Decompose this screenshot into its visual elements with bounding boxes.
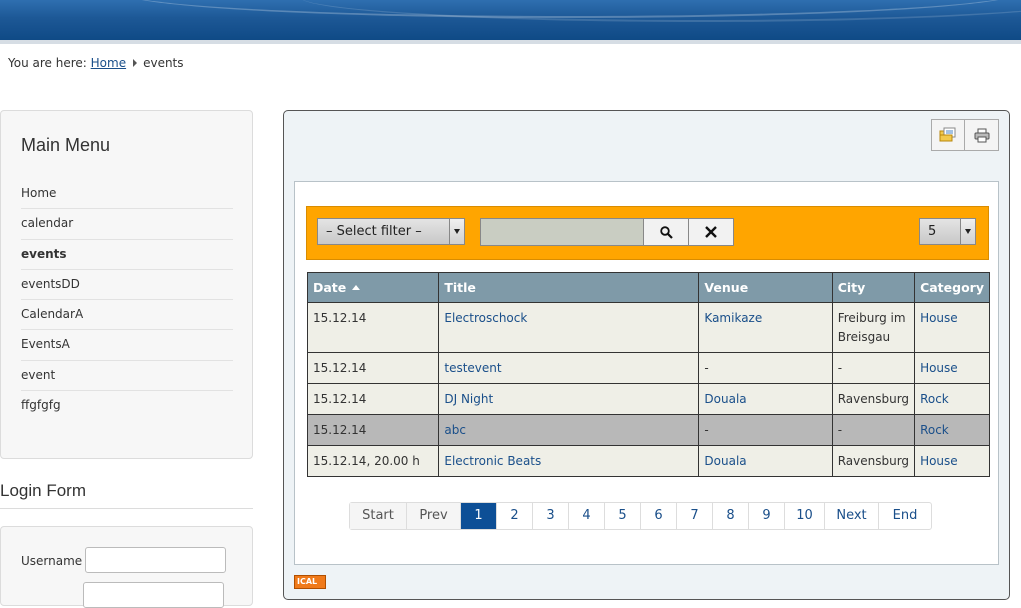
clear-filter-button[interactable] <box>688 218 734 246</box>
menu-item-calendara[interactable]: CalendarA <box>21 300 233 331</box>
site-banner <box>0 0 1021 40</box>
pagination-page-4[interactable]: 4 <box>569 503 605 529</box>
event-venue-link[interactable]: Douala <box>704 454 746 468</box>
table-row: 15.12.14 testevent - - House <box>306 352 990 384</box>
banner-wave-decoration <box>300 0 1021 22</box>
search-button[interactable] <box>643 218 689 246</box>
column-header-category[interactable]: Category <box>914 272 990 303</box>
login-form-module: Username <box>0 526 253 608</box>
menu-item-eventsa[interactable]: EventsA <box>21 330 233 361</box>
table-row: 15.12.14 Electroschock Kamikaze Freiburg… <box>306 302 990 353</box>
pagination-page-8[interactable]: 8 <box>713 503 749 529</box>
event-date: 15.12.14 <box>306 352 440 384</box>
pagination-page-10[interactable]: 10 <box>785 503 825 529</box>
event-title-link[interactable]: abc <box>444 423 466 437</box>
event-city: Ravensburg <box>831 383 916 415</box>
event-venue-link[interactable]: Douala <box>704 392 746 406</box>
filter-bar: – Select filter – 5 <box>306 206 989 260</box>
pagination-start[interactable]: Start <box>350 503 407 529</box>
main-menu-list: Home calendar events eventsDD CalendarA … <box>21 179 233 421</box>
event-date: 15.12.14 <box>306 414 440 446</box>
events-list-container: – Select filter – 5 Date Title Venue Cit… <box>294 181 999 565</box>
pagination-prev[interactable]: Prev <box>407 503 461 529</box>
search-icon <box>659 225 673 239</box>
event-title-link[interactable]: DJ Night <box>444 392 493 406</box>
pagination-page-7[interactable]: 7 <box>677 503 713 529</box>
breadcrumb: You are here: Home events <box>8 56 184 70</box>
table-row-highlighted: 15.12.14 abc - - Rock <box>306 414 990 446</box>
table-header-row: Date Title Venue City Category <box>306 272 990 303</box>
toolbar-icons <box>931 119 999 151</box>
pagination-page-3[interactable]: 3 <box>533 503 569 529</box>
ical-export-button[interactable]: ICAL <box>294 575 326 589</box>
event-category-link[interactable]: House <box>920 361 958 375</box>
list-limit-value: 5 <box>928 224 937 239</box>
pagination-end[interactable]: End <box>879 503 931 529</box>
column-header-date[interactable]: Date <box>306 272 440 303</box>
pagination-page-9[interactable]: 9 <box>749 503 785 529</box>
pagination-page-2[interactable]: 2 <box>497 503 533 529</box>
filter-type-select[interactable]: – Select filter – <box>317 218 465 245</box>
event-title-link[interactable]: Electroschock <box>444 311 527 325</box>
breadcrumb-home-link[interactable]: Home <box>91 56 126 70</box>
event-venue-link[interactable]: Kamikaze <box>704 311 762 325</box>
event-city: - <box>831 352 916 384</box>
chevron-down-icon <box>449 219 464 244</box>
menu-item-eventsdd[interactable]: eventsDD <box>21 270 233 301</box>
event-title-link[interactable]: Electronic Beats <box>444 454 541 468</box>
pagination-page-5[interactable]: 5 <box>605 503 641 529</box>
print-button[interactable] <box>965 119 999 151</box>
sort-ascending-icon <box>352 285 361 290</box>
column-header-title[interactable]: Title <box>438 272 700 303</box>
filter-select-label: – Select filter – <box>326 224 422 239</box>
main-menu-title: Main Menu <box>21 135 111 155</box>
event-date: 15.12.14, 20.00 h <box>306 445 440 477</box>
table-row: 15.12.14, 20.00 h Electronic Beats Doual… <box>306 445 990 477</box>
event-category-link[interactable]: House <box>920 311 958 325</box>
event-category-link[interactable]: House <box>920 454 958 468</box>
column-header-date-label: Date <box>313 280 347 295</box>
event-city: Freiburg im Breisgau <box>831 302 916 353</box>
breadcrumb-separator-icon <box>133 59 138 67</box>
login-title-divider <box>0 508 253 509</box>
login-form-title: Login Form <box>0 481 86 500</box>
chevron-down-icon <box>960 219 975 244</box>
menu-item-ffgfgfg[interactable]: ffgfgfg <box>21 391 233 421</box>
banner-divider <box>0 40 1021 44</box>
folder-export-icon <box>939 127 956 142</box>
event-title-link[interactable]: testevent <box>444 361 501 375</box>
main-menu-module: Main Menu Home calendar events eventsDD … <box>0 110 253 459</box>
event-date: 15.12.14 <box>306 302 440 353</box>
column-header-city[interactable]: City <box>831 272 916 303</box>
table-row: 15.12.14 DJ Night Douala Ravensburg Rock <box>306 383 990 415</box>
menu-item-home[interactable]: Home <box>21 179 233 210</box>
print-icon <box>974 128 989 142</box>
export-button[interactable] <box>931 119 965 151</box>
menu-item-event[interactable]: event <box>21 361 233 392</box>
filter-search-input[interactable] <box>480 218 644 246</box>
pagination: Start Prev 1 2 3 4 5 6 7 8 9 10 Next End <box>349 502 932 530</box>
event-city: Ravensburg <box>831 445 916 477</box>
list-limit-select[interactable]: 5 <box>919 218 976 245</box>
event-venue: - <box>698 414 833 446</box>
username-label: Username <box>21 554 83 568</box>
column-header-venue[interactable]: Venue <box>698 272 833 303</box>
event-venue: - <box>698 352 833 384</box>
pagination-page-6[interactable]: 6 <box>641 503 677 529</box>
menu-item-calendar[interactable]: calendar <box>21 209 233 240</box>
event-category-link[interactable]: Rock <box>920 423 949 437</box>
event-date: 15.12.14 <box>306 383 440 415</box>
close-icon <box>705 226 717 238</box>
events-content-panel: – Select filter – 5 Date Title Venue Cit… <box>283 110 1010 600</box>
breadcrumb-current: events <box>143 56 184 70</box>
breadcrumb-prefix: You are here: <box>8 56 87 70</box>
event-city: - <box>831 414 916 446</box>
event-category-link[interactable]: Rock <box>920 392 949 406</box>
events-table: Date Title Venue City Category 15.12.14 … <box>306 272 990 477</box>
menu-item-events[interactable]: events <box>21 240 233 270</box>
pagination-next[interactable]: Next <box>825 503 879 529</box>
username-input[interactable] <box>85 547 226 573</box>
pagination-page-1[interactable]: 1 <box>461 503 497 529</box>
